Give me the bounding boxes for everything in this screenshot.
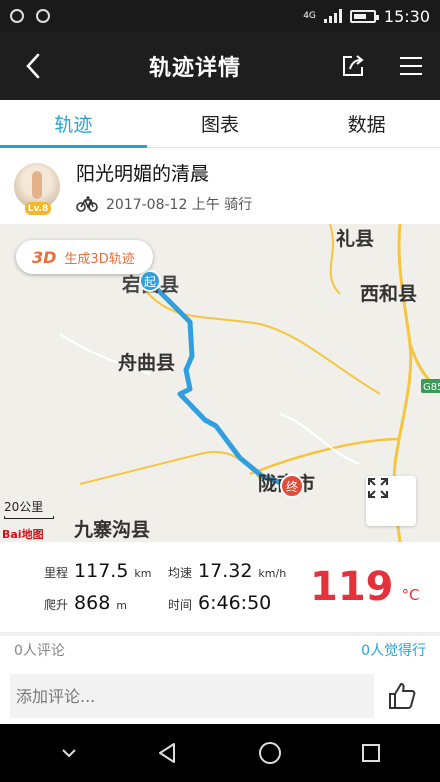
comment-input[interactable] [10,674,374,718]
activity-meta: 2017-08-12 上午 骑行 [76,194,252,214]
fullscreen-icon [368,478,388,498]
start-marker[interactable]: 起 [139,270,161,292]
generate-3d-button[interactable]: 3D 生成3D轨迹 [16,240,153,274]
network-type: 4G [303,11,316,21]
activity-date: 2017-08-12 上午 骑行 [106,196,253,213]
stat-climb-value: 868 [74,592,111,614]
share-button[interactable] [324,32,382,100]
road [279,413,361,465]
highway-label: G85 [423,382,440,393]
signal-icon [323,9,342,23]
user-name[interactable]: 阳光明媚的清晨 [76,159,252,186]
notification-icon [10,9,24,23]
back-nav-icon [158,743,175,763]
tab-data[interactable]: 数据 [293,100,440,147]
page-title: 轨迹详情 [148,56,241,81]
stat-distance-unit: km [134,567,152,580]
stat-climb-label: 爬升 [44,598,69,612]
social-row: 0人评论 0人觉得行 [0,636,440,664]
tab-bar: 轨迹 图表 数据 [0,100,440,148]
map-label-li: 礼县 [336,228,375,250]
avatar[interactable]: Lv.8 [14,163,60,215]
stats-panel: 里程 117.5 km 均速 17.32 km/h 爬升 868 m 时间 6:… [0,542,440,632]
thumbs-up-icon [389,683,416,709]
comment-bar [0,668,440,724]
road [79,451,261,485]
stat-duration: 时间 6:46:50 [168,592,271,614]
battery-icon [349,9,379,23]
stat-temperature: 119 °C [310,564,419,610]
generate-3d-label: 生成3D轨迹 [64,251,135,267]
map-label-xihe: 西和县 [360,283,418,305]
map-label-jiuzhaigou: 九寨沟县 [74,519,151,541]
route-map[interactable]: G85 礼县 西和县 舟曲县 陇南市 九寨沟县 宕昌县 起 终 3D 生成3D轨… [0,224,440,542]
stat-climb: 爬升 868 m [44,592,127,614]
user-info: Lv.8 阳光明媚的清晨 2017-08-12 上午 骑行 [0,148,440,224]
route-line [148,280,291,489]
stat-distance-label: 里程 [44,566,69,580]
back-button[interactable] [0,32,66,100]
notification-icon-2 [36,9,50,23]
stat-climb-unit: m [116,599,127,612]
share-icon [343,55,364,76]
fullscreen-button[interactable] [366,476,416,526]
level-badge: Lv.8 [25,202,51,215]
bicycle-icon [76,195,98,212]
stat-duration-label: 时间 [168,598,193,612]
menu-button[interactable] [382,32,440,100]
map-scale-label: 20公里 [4,500,44,514]
avatar-figure [32,171,42,199]
tab-track[interactable]: 轨迹 [0,100,147,148]
stat-speed-label: 均速 [168,566,193,580]
stat-speed-value: 17.32 [198,560,253,582]
tab-chart[interactable]: 图表 [147,100,294,147]
map-logo: Bai地图 [2,528,44,541]
temperature-value: 119 [310,564,394,610]
stat-duration-value: 6:46:50 [198,592,272,614]
system-nav-bar [0,724,440,782]
like-button[interactable] [374,681,430,711]
recents-nav-icon [361,744,380,762]
start-marker-label: 起 [143,274,156,289]
status-bar: 4G 15:30 [0,0,440,32]
3d-badge: 3D [32,247,57,267]
map-label-zhouqu: 舟曲县 [118,352,176,374]
back-arrow-icon [26,53,40,79]
like-count[interactable]: 0人觉得行 [361,640,426,660]
road [139,283,381,395]
stat-speed-unit: km/h [258,567,287,580]
comment-count[interactable]: 0人评论 [14,640,65,660]
hide-keyboard-icon [61,749,76,758]
map-scale-bar [4,516,54,519]
end-marker-label: 终 [285,479,298,494]
hamburger-icon [400,57,422,75]
clock: 15:30 [383,6,430,26]
stat-distance-value: 117.5 [74,560,129,582]
stat-speed: 均速 17.32 km/h [168,560,286,582]
temperature-unit: °C [401,586,420,604]
stat-distance: 里程 117.5 km [44,560,152,582]
end-marker[interactable]: 终 [280,474,304,498]
home-nav-icon [258,742,281,764]
top-bar: 轨迹详情 [0,32,440,100]
